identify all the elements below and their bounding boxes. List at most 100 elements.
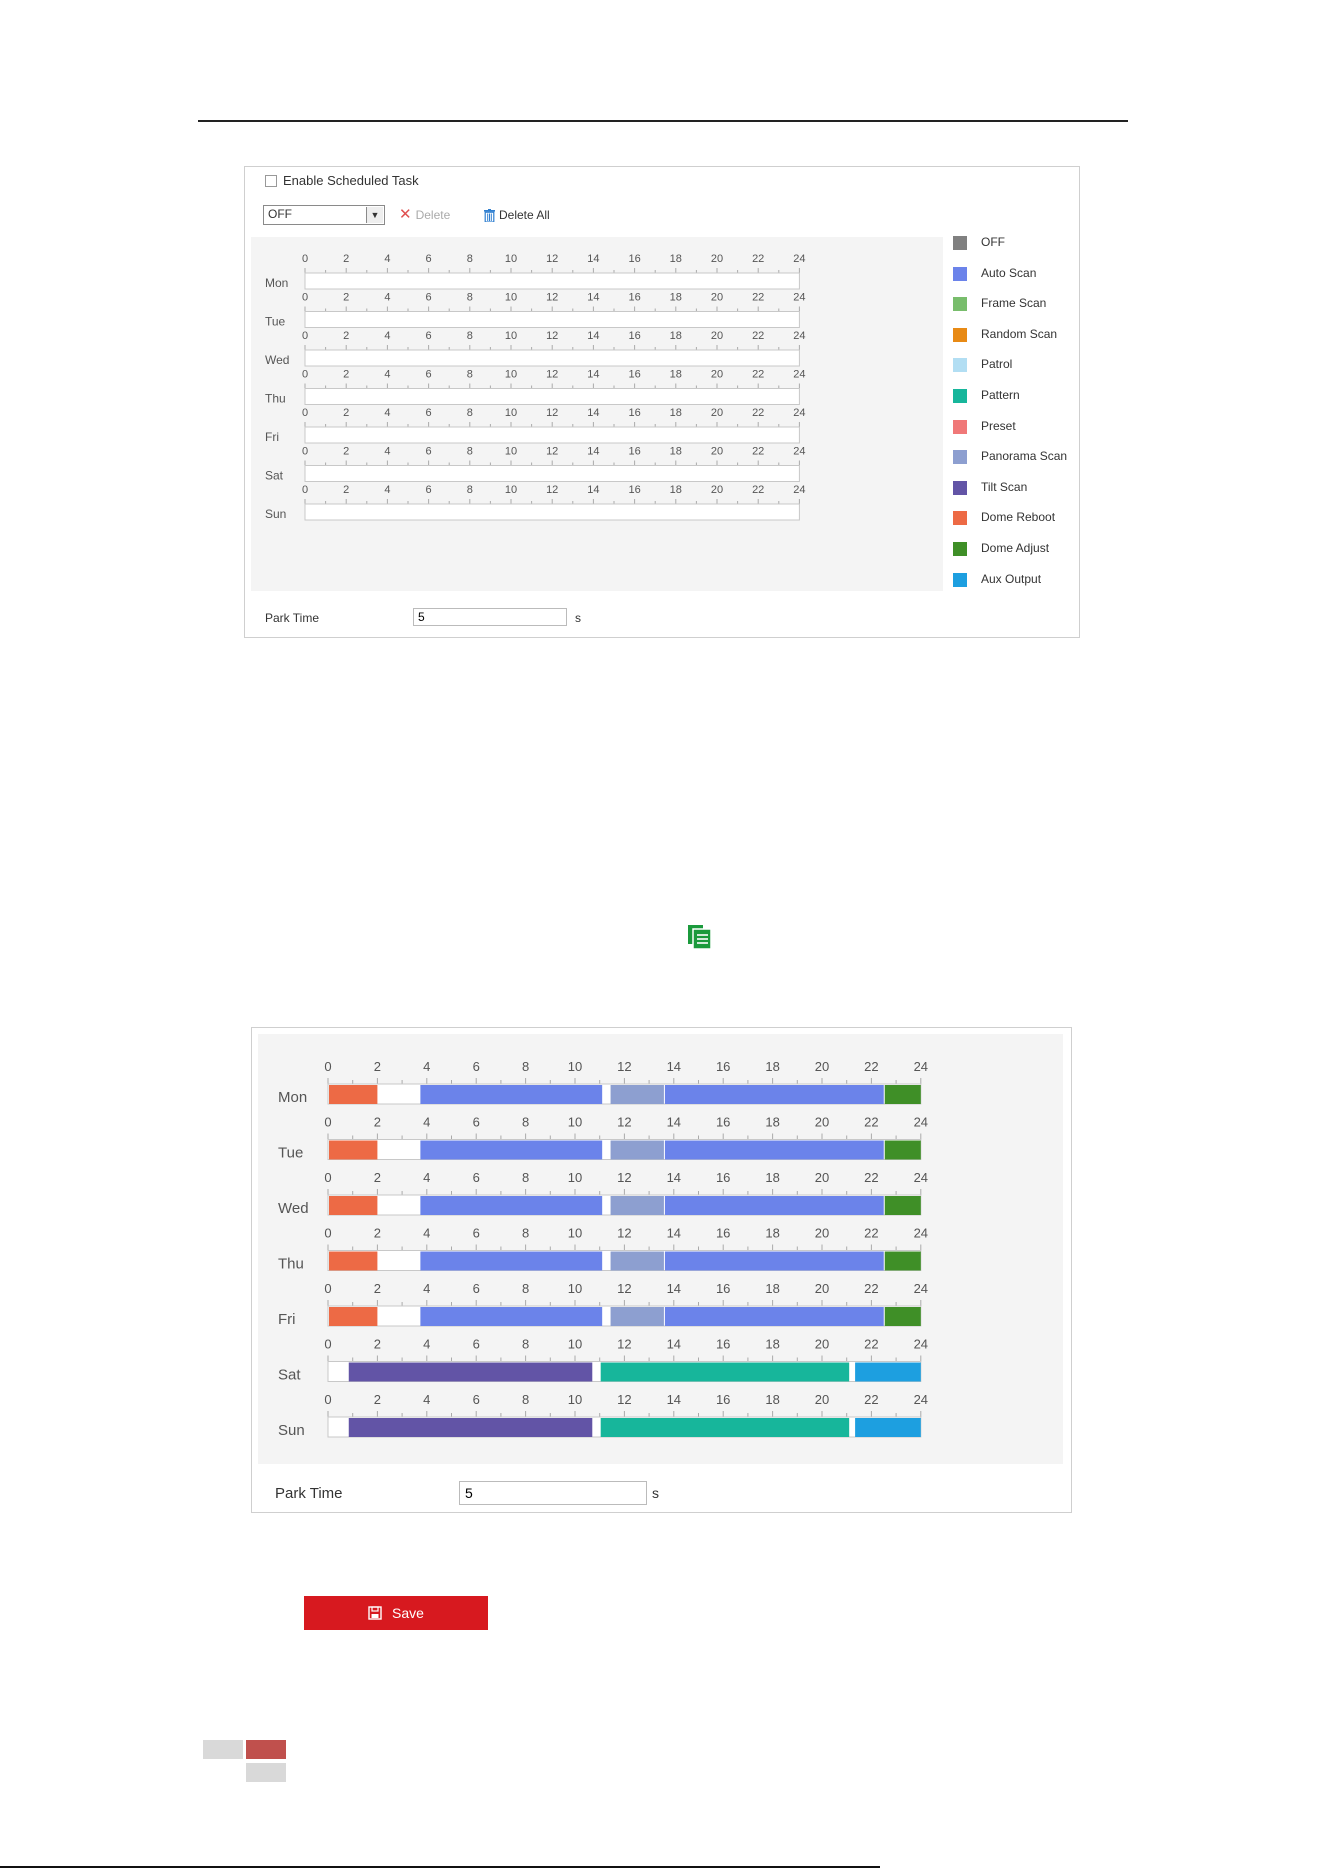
schedule-segment-panorama-scan[interactable] bbox=[610, 1140, 664, 1160]
hour-tick-label: 2 bbox=[343, 292, 349, 304]
schedule-segment-panorama-scan[interactable] bbox=[610, 1196, 664, 1215]
hour-tick-label: 12 bbox=[617, 1337, 631, 1352]
hour-tick-label: 22 bbox=[752, 330, 764, 342]
hour-tick-label: 20 bbox=[711, 369, 723, 381]
hour-tick-label: 0 bbox=[302, 253, 308, 265]
hour-tick-label: 10 bbox=[505, 292, 517, 304]
schedule-segment-dome-adjust[interactable] bbox=[884, 1196, 921, 1215]
close-icon: ✕ bbox=[399, 206, 412, 223]
hour-tick-label: 4 bbox=[423, 1281, 430, 1296]
schedule-segment-auto-scan[interactable] bbox=[664, 1251, 884, 1271]
hour-tick-label: 10 bbox=[505, 369, 517, 381]
hour-tick-label: 14 bbox=[667, 1115, 681, 1130]
schedule-segment-dome-adjust[interactable] bbox=[884, 1140, 921, 1160]
hour-tick-label: 18 bbox=[765, 1392, 779, 1407]
day-timeline-bar-tue[interactable] bbox=[304, 311, 800, 328]
schedule-segment-panorama-scan[interactable] bbox=[610, 1251, 664, 1271]
hour-tick-label: 14 bbox=[587, 484, 599, 496]
schedule-segment-auto-scan[interactable] bbox=[420, 1307, 603, 1326]
hour-tick-label: 14 bbox=[667, 1337, 681, 1352]
schedule-segment-dome-reboot[interactable] bbox=[329, 1307, 378, 1326]
day-label-fri: Fri bbox=[265, 430, 279, 444]
schedule-segment-auto-scan[interactable] bbox=[664, 1307, 884, 1326]
schedule-segment-dome-reboot[interactable] bbox=[329, 1085, 378, 1104]
hour-tick-label: 10 bbox=[505, 253, 517, 265]
week-schedule-timeline-configured[interactable]: Mon0 2 4 6 8 10 12 14 16 18 20 22 24Tue0 2 4 6 8 10 12 14 16… bbox=[258, 1034, 1063, 1464]
legend-label: Dome Adjust bbox=[981, 540, 1050, 555]
schedule-segment-dome-adjust[interactable] bbox=[884, 1085, 921, 1104]
task-mode-select[interactable]: OFF ▼ bbox=[263, 205, 385, 225]
hour-tick-label: 0 bbox=[302, 446, 308, 458]
schedule-segment-auto-scan[interactable] bbox=[420, 1251, 603, 1271]
hour-tick-label: 12 bbox=[617, 1226, 631, 1241]
delete-all-button[interactable]: Delete All bbox=[484, 208, 550, 222]
save-label: Save bbox=[392, 1605, 424, 1621]
hour-tick-label: 22 bbox=[752, 484, 764, 496]
schedule-segment-tilt-scan[interactable] bbox=[348, 1362, 593, 1382]
hour-tick-label: 8 bbox=[467, 292, 473, 304]
schedule-segment-dome-reboot[interactable] bbox=[329, 1251, 378, 1271]
hour-tick-label: 18 bbox=[765, 1281, 779, 1296]
day-timeline-bar-mon[interactable] bbox=[304, 272, 800, 290]
hour-tick-label: 4 bbox=[384, 369, 390, 381]
schedule-segment-tilt-scan[interactable] bbox=[348, 1418, 593, 1437]
hour-tick-label: 12 bbox=[546, 484, 558, 496]
checkbox-box[interactable] bbox=[265, 174, 277, 187]
footer-block-red bbox=[246, 1740, 286, 1759]
park-time-label: Park Time bbox=[275, 1485, 343, 1502]
hour-tick-label: 20 bbox=[815, 1170, 829, 1185]
day-label-sat: Sat bbox=[265, 469, 284, 483]
hour-tick-label: 6 bbox=[426, 484, 432, 496]
hour-tick-label: 2 bbox=[343, 407, 349, 419]
schedule-segment-auto-scan[interactable] bbox=[664, 1085, 884, 1104]
schedule-segment-pattern[interactable] bbox=[600, 1362, 850, 1382]
delete-button[interactable]: ✕ Delete bbox=[399, 206, 450, 223]
hour-tick-label: 4 bbox=[423, 1392, 430, 1407]
schedule-segment-aux-output[interactable] bbox=[855, 1362, 921, 1382]
hour-tick-label: 12 bbox=[546, 407, 558, 419]
schedule-segment-pattern[interactable] bbox=[600, 1418, 850, 1437]
schedule-segment-dome-adjust[interactable] bbox=[884, 1307, 921, 1326]
schedule-segment-auto-scan[interactable] bbox=[420, 1140, 603, 1160]
schedule-segment-auto-scan[interactable] bbox=[664, 1140, 884, 1160]
hour-tick-label: 10 bbox=[505, 446, 517, 458]
legend-swatch bbox=[953, 541, 967, 556]
hour-tick-label: 8 bbox=[522, 1115, 529, 1130]
hour-tick-label: 10 bbox=[568, 1281, 582, 1296]
legend-swatch bbox=[953, 388, 967, 403]
day-timeline-bar-fri[interactable] bbox=[304, 426, 800, 444]
hour-tick-label: 6 bbox=[473, 1115, 480, 1130]
hour-tick-label: 0 bbox=[302, 330, 308, 342]
schedule-segment-auto-scan[interactable] bbox=[420, 1085, 603, 1104]
day-timeline-bar-thu[interactable] bbox=[304, 388, 800, 405]
schedule-segment-dome-reboot[interactable] bbox=[329, 1140, 378, 1160]
save-button[interactable]: Save bbox=[304, 1596, 488, 1630]
hour-tick-label: 18 bbox=[670, 292, 682, 304]
enable-scheduled-task-checkbox[interactable]: Enable Scheduled Task bbox=[265, 173, 419, 188]
hour-tick-label: 6 bbox=[426, 446, 432, 458]
day-timeline-bar-sat[interactable] bbox=[304, 465, 800, 482]
legend-swatch bbox=[953, 327, 967, 342]
trash-icon bbox=[484, 208, 495, 222]
schedule-segment-aux-output[interactable] bbox=[855, 1418, 921, 1437]
chevron-down-icon[interactable]: ▼ bbox=[366, 207, 383, 223]
hour-tick-label: 6 bbox=[426, 292, 432, 304]
park-time-input[interactable] bbox=[413, 608, 567, 626]
copy-icon[interactable] bbox=[687, 924, 715, 950]
schedule-segment-panorama-scan[interactable] bbox=[610, 1085, 664, 1104]
schedule-segment-panorama-scan[interactable] bbox=[610, 1307, 664, 1326]
day-timeline-bar-wed[interactable] bbox=[304, 349, 800, 367]
park-time-input[interactable] bbox=[459, 1481, 647, 1505]
day-label-sun: Sun bbox=[278, 1422, 305, 1439]
legend-label: Random Scan bbox=[981, 326, 1058, 341]
schedule-segment-dome-reboot[interactable] bbox=[329, 1196, 378, 1215]
hour-tick-label: 18 bbox=[670, 484, 682, 496]
schedule-segment-dome-adjust[interactable] bbox=[884, 1251, 921, 1271]
schedule-segment-auto-scan[interactable] bbox=[420, 1196, 603, 1215]
day-timeline-bar-sun[interactable] bbox=[304, 503, 800, 521]
hour-tick-label: 0 bbox=[302, 292, 308, 304]
hour-tick-label: 10 bbox=[568, 1115, 582, 1130]
hour-tick-label: 14 bbox=[587, 369, 599, 381]
schedule-segment-auto-scan[interactable] bbox=[664, 1196, 884, 1215]
week-schedule-timeline[interactable]: Mon0 2 4 6 8 10 12 14 16 18 20 22 24Tue0 2 4 6 8 10 12 14 16… bbox=[251, 237, 943, 591]
